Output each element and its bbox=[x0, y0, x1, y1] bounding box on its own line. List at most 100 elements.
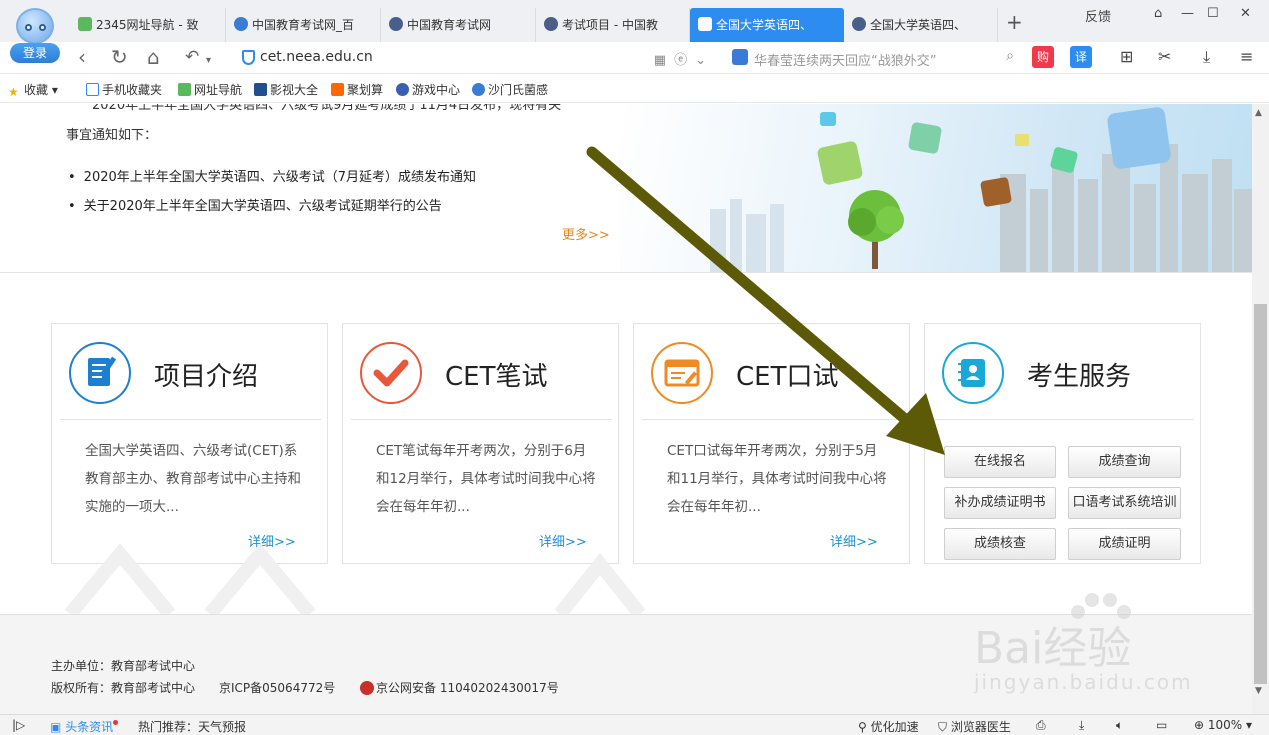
favorites-menu[interactable]: ★ 收藏 ▾ bbox=[8, 81, 58, 99]
tab-label: 全国大学英语四、 bbox=[870, 18, 967, 32]
police-badge-icon bbox=[360, 681, 374, 695]
more-link[interactable]: 更多>> bbox=[562, 224, 610, 243]
tab-bar: 登录 2345网址导航 - 致 中国教育考试网_百 中国教育考试网 考试项目 -… bbox=[0, 0, 1269, 63]
tab-cet[interactable]: 全国大学英语四、 bbox=[844, 8, 998, 42]
minimize-icon[interactable]: — bbox=[1181, 6, 1194, 21]
tab-neea[interactable]: 中国教育考试网 bbox=[381, 8, 536, 42]
printer-icon[interactable]: ⎙ bbox=[1036, 718, 1046, 733]
tab-exam-items[interactable]: 考试项目 - 中国教 bbox=[536, 8, 690, 42]
watermark-text: Bai经验 bbox=[974, 623, 1132, 674]
tab-cet-active[interactable]: 全国大学英语四、 bbox=[690, 8, 844, 42]
notice-link[interactable]: 关于2020年上半年全国大学英语四、六级考试延期举行的公告 bbox=[68, 195, 442, 214]
home-icon[interactable]: ⌂ bbox=[147, 46, 160, 68]
card-cet-written: CET笔试 CET笔试每年开考两次，分别于6月和12月举行，具体考试时间我中心将… bbox=[342, 323, 619, 564]
apps-icon[interactable]: ⊞ bbox=[1120, 46, 1133, 68]
tab-label: 中国教育考试网_百 bbox=[252, 18, 355, 32]
card-title: CET口试 bbox=[736, 362, 839, 392]
undo-icon[interactable]: ↶ bbox=[185, 46, 199, 68]
bookmarks-bar: ★ 收藏 ▾ 手机收藏夹 网址导航 影视大全 聚划算 游戏中心 沙门氏菌感 bbox=[0, 75, 1269, 103]
tab-label: 2345网址导航 - 致 bbox=[96, 18, 199, 32]
browser-doctor-label: 浏览器医生 bbox=[950, 720, 1011, 734]
score-query-button[interactable]: 成绩查询 bbox=[1068, 446, 1181, 478]
new-tab-button[interactable]: + bbox=[1006, 12, 1023, 32]
banner-illustration bbox=[620, 104, 1252, 272]
compat-icon[interactable]: ⓔ bbox=[674, 53, 695, 68]
download-icon[interactable]: ⤓ bbox=[1203, 46, 1210, 68]
accelerate-label: 优化加速 bbox=[870, 720, 919, 734]
refresh-icon[interactable]: ↻ bbox=[111, 46, 128, 68]
oral-training-button[interactable]: 口语考试系统培训 bbox=[1068, 487, 1181, 519]
scissors-icon[interactable]: ✂ bbox=[1158, 46, 1171, 68]
card-divider bbox=[351, 419, 612, 420]
bookmark-label: 影视大全 bbox=[270, 83, 319, 97]
footer-police[interactable]: 京公网安备 11040202430017号 bbox=[360, 679, 559, 696]
scroll-up-icon[interactable]: ▲ bbox=[1255, 108, 1262, 118]
score-certificate-button[interactable]: 成绩证明 bbox=[1068, 528, 1181, 560]
browser-doctor-button[interactable]: ⛉ 浏览器医生 bbox=[938, 718, 1011, 735]
maximize-icon[interactable]: ☐ bbox=[1207, 6, 1219, 21]
details-link[interactable]: 详细>> bbox=[830, 531, 878, 550]
sidebar-toggle-icon[interactable]: |▷ bbox=[12, 718, 25, 732]
screenshot-icon[interactable]: ▭ bbox=[1156, 718, 1167, 732]
tab-2345[interactable]: 2345网址导航 - 致 bbox=[70, 8, 226, 42]
tab-neea-baidu[interactable]: 中国教育考试网_百 bbox=[226, 8, 381, 42]
page-scrollbar[interactable]: ▲ ▼ bbox=[1252, 104, 1269, 714]
search-field[interactable]: 华春莹连续两天回应“战狼外交” ⌕ bbox=[726, 46, 1020, 70]
accelerate-button[interactable]: ⚲ 优化加速 bbox=[858, 718, 919, 735]
scroll-down-icon[interactable]: ▼ bbox=[1255, 686, 1262, 696]
tab-label: 中国教育考试网 bbox=[407, 18, 492, 32]
close-icon[interactable]: ✕ bbox=[1240, 6, 1251, 21]
bookmark-video[interactable]: 影视大全 bbox=[254, 81, 318, 98]
qr-icon[interactable]: ▦ bbox=[654, 53, 674, 68]
2345-icon bbox=[178, 83, 191, 96]
news-label: 头条资讯 bbox=[65, 720, 114, 734]
neea-icon bbox=[544, 17, 558, 31]
login-button[interactable]: 登录 bbox=[10, 43, 60, 63]
unread-dot bbox=[113, 720, 119, 725]
menu-icon[interactable]: ≡ bbox=[1240, 46, 1253, 68]
download-manager-icon[interactable]: ⤓ bbox=[1079, 718, 1084, 733]
bookmark-mobile[interactable]: 手机收藏夹 bbox=[86, 81, 162, 98]
bookmark-label: 手机收藏夹 bbox=[102, 83, 163, 97]
film-icon bbox=[254, 83, 267, 96]
phone-icon bbox=[86, 83, 99, 96]
url-text[interactable]: cet.neea.edu.cn bbox=[260, 49, 373, 65]
translate-button[interactable]: 译 bbox=[1070, 46, 1092, 68]
zoom-icon: ⊕ bbox=[1194, 718, 1205, 732]
notice-link[interactable]: 2020年上半年全国大学英语四、六级考试（7月延考）成绩发布通知 bbox=[68, 166, 476, 185]
chevron-down-icon[interactable]: ⌄ bbox=[695, 53, 714, 68]
bookmark-juhuasuan[interactable]: 聚划算 bbox=[331, 81, 383, 98]
bookmark-label: 游戏中心 bbox=[412, 83, 461, 97]
search-icon[interactable]: ⌕ bbox=[1006, 48, 1014, 64]
footer-icp[interactable]: 京ICP备05064772号 bbox=[219, 679, 335, 696]
hot-recommend[interactable]: 热门推荐：天气预报 bbox=[138, 718, 246, 735]
mascot-eye-icon bbox=[25, 24, 32, 31]
back-icon[interactable]: ‹ bbox=[78, 46, 86, 68]
tab-label: 全国大学英语四、 bbox=[716, 18, 813, 32]
online-registration-button[interactable]: 在线报名 bbox=[944, 446, 1056, 478]
reissue-certificate-button[interactable]: 补办成绩证明书 bbox=[944, 487, 1056, 519]
neea-icon bbox=[852, 17, 866, 31]
buy-button[interactable]: 购 bbox=[1032, 46, 1054, 68]
address-tools: ▦ⓔ⌄ bbox=[654, 49, 714, 68]
zoom-control[interactable]: ⊕ 100% ▾ bbox=[1194, 718, 1252, 732]
card-divider bbox=[642, 419, 903, 420]
feedback-button[interactable]: 反馈 bbox=[1085, 6, 1111, 25]
page-icon bbox=[698, 17, 712, 31]
shield-icon: ⛉ bbox=[938, 720, 948, 734]
volume-icon[interactable]: 🔈︎ bbox=[1116, 718, 1123, 733]
bookmark-nav[interactable]: 网址导航 bbox=[178, 81, 242, 98]
bookmark-salmonella[interactable]: 沙门氏菌感 bbox=[472, 81, 548, 98]
neea-icon bbox=[389, 17, 403, 31]
news-feed[interactable]: ▣ 头条资讯 bbox=[50, 718, 119, 735]
search-hot-text[interactable]: 华春莹连续两天回应“战狼外交” bbox=[754, 50, 936, 69]
address-field[interactable]: cet.neea.edu.cn ▦ⓔ⌄ bbox=[230, 45, 720, 71]
section-divider bbox=[0, 272, 1252, 273]
browser-logo[interactable]: 登录 bbox=[8, 6, 62, 63]
chevron-down-icon[interactable]: ▾ bbox=[206, 50, 211, 72]
bookmark-games[interactable]: 游戏中心 bbox=[396, 81, 460, 98]
watermark-url: jingyan.baidu.com bbox=[974, 670, 1193, 694]
score-review-button[interactable]: 成绩核查 bbox=[944, 528, 1056, 560]
skin-icon[interactable]: ⌂ bbox=[1154, 6, 1162, 21]
scroll-thumb[interactable] bbox=[1254, 304, 1267, 684]
